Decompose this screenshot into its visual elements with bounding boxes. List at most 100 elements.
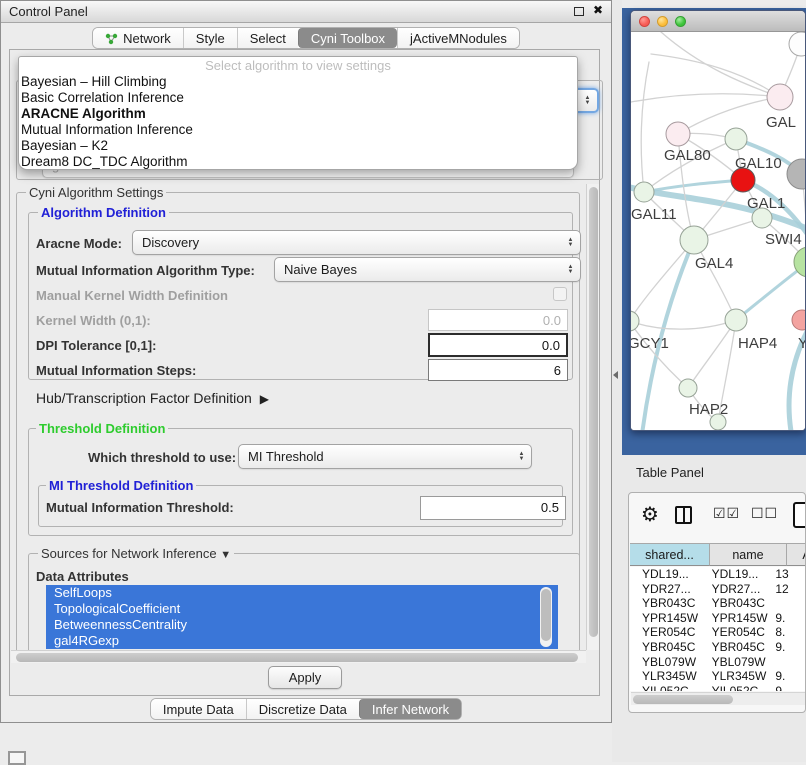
deselect-all-checkboxes-icon[interactable]: ☐☐: [751, 506, 778, 522]
tab-select-label: Select: [250, 31, 286, 46]
zoom-traffic-light-icon[interactable]: [675, 16, 686, 27]
network-edge: [736, 262, 806, 320]
network-view-window: GALGAL80GAL10GAL1GAL11SWI4GAL4GCY1HAP4YH…: [630, 10, 806, 431]
algorithm-definition-title: Algorithm Definition: [38, 205, 169, 220]
attributes-list-scrollbar[interactable]: [540, 587, 552, 647]
table-horizontal-scrollbar[interactable]: [631, 692, 805, 705]
divider-collapse-icon[interactable]: [613, 371, 618, 379]
table-panel: Table Panel ⚙ ☑☑ ☐☐ shared...nameA YDL19…: [622, 455, 806, 762]
network-node-gal4[interactable]: [680, 226, 708, 254]
panel-divider[interactable]: [612, 0, 622, 762]
column-header-shared-[interactable]: shared...: [630, 543, 710, 566]
table-row[interactable]: YBR045CYBR045C9.: [630, 640, 806, 655]
network-node-gal[interactable]: [767, 84, 793, 110]
algorithm-option-mutual-information-inference[interactable]: Mutual Information Inference: [19, 122, 577, 138]
table-cell: YDR27...: [630, 582, 702, 597]
tab-style[interactable]: Style: [183, 28, 237, 48]
table-row[interactable]: YIL052CYIL052C9: [630, 684, 806, 691]
table-row[interactable]: YER054CYER054C8.: [630, 625, 806, 640]
network-node[interactable]: [789, 32, 806, 56]
algorithm-option-basic-correlation-inference[interactable]: Basic Correlation Inference: [19, 90, 577, 106]
table-row[interactable]: YPR145WYPR145W9.: [630, 611, 806, 626]
bottom-tab-discretize-data-label: Discretize Data: [259, 702, 347, 717]
floating-panel-icon[interactable]: [8, 751, 26, 765]
settings-vertical-scrollbar[interactable]: [586, 184, 599, 650]
settings-scroll-area: Cyni Algorithm Settings Algorithm Defini…: [10, 184, 586, 650]
attribute-item-selfloops[interactable]: SelfLoops: [46, 585, 558, 601]
close-icon[interactable]: ✖: [593, 3, 603, 17]
mi-threshold-field[interactable]: 0.5: [420, 496, 566, 520]
table-row[interactable]: YBL079WYBL079W: [630, 655, 806, 670]
network-icon: [105, 32, 118, 45]
network-edge: [631, 94, 780, 102]
algorithm-dropdown-hint: Select algorithm to view settings: [19, 57, 577, 74]
close-traffic-light-icon[interactable]: [639, 16, 650, 27]
data-attributes-list[interactable]: SelfLoopsTopologicalCoefficientBetweenne…: [46, 585, 558, 649]
select-all-checkboxes-icon[interactable]: ☑☑: [713, 506, 740, 522]
column-header-name[interactable]: name: [710, 543, 787, 566]
hub-definition-expander[interactable]: Hub/Transcription Factor Definition▶: [36, 390, 269, 406]
bottom-tab-infer-network[interactable]: Infer Network: [359, 699, 461, 719]
algorithm-option-bayesian-hill-climbing[interactable]: Bayesian – Hill Climbing: [19, 74, 577, 90]
minimize-traffic-light-icon[interactable]: [657, 16, 668, 27]
table-cell: 9: [770, 684, 806, 691]
mi-steps-field[interactable]: 6: [428, 359, 568, 381]
columns-icon[interactable]: [675, 506, 692, 524]
dpi-tolerance-field[interactable]: 0.0: [428, 333, 568, 357]
table-cell: YBR045C: [630, 640, 702, 655]
network-node-gal10[interactable]: [725, 128, 747, 150]
table-row[interactable]: YDL19...YDL19...13: [630, 567, 806, 582]
column-header-a[interactable]: A: [787, 543, 806, 566]
bottom-tab-discretize-data[interactable]: Discretize Data: [246, 699, 359, 719]
attribute-item-betweennesscentrality[interactable]: BetweennessCentrality: [46, 617, 558, 633]
network-node-y[interactable]: [792, 310, 806, 330]
which-threshold-label: Which threshold to use:: [88, 450, 236, 465]
network-graph: GALGAL80GAL10GAL1GAL11SWI4GAL4GCY1HAP4YH…: [631, 32, 806, 431]
attribute-item-gal4rgexp[interactable]: gal4RGexp: [46, 633, 558, 649]
manual-kernel-width-label: Manual Kernel Width Definition: [36, 288, 228, 303]
algorithm-option-dream8-dc-tdc-algorithm[interactable]: Dream8 DC_TDC Algorithm: [19, 154, 577, 170]
tab-select[interactable]: Select: [237, 28, 298, 48]
which-threshold-combo[interactable]: MI Threshold ▲▼: [238, 444, 532, 469]
float-window-icon[interactable]: [574, 7, 584, 16]
table-row[interactable]: YLR345WYLR345W9.: [630, 669, 806, 684]
mi-threshold-definition-title: MI Threshold Definition: [46, 478, 196, 493]
table-cell: YPR145W: [630, 611, 702, 626]
bottom-tab-impute-data[interactable]: Impute Data: [151, 699, 246, 719]
table-cell: YER054C: [702, 625, 771, 640]
bottom-tabbar: Impute Data Discretize Data Infer Network: [1, 698, 611, 720]
algorithm-option-bayesian-k2[interactable]: Bayesian – K2: [19, 138, 577, 154]
table-row[interactable]: YDR27...YDR27...12: [630, 582, 806, 597]
tab-style-label: Style: [196, 31, 225, 46]
tab-jactivemnodules[interactable]: jActiveMNodules: [397, 28, 519, 48]
apply-button[interactable]: Apply: [268, 666, 342, 689]
network-node-hap4[interactable]: [725, 309, 747, 331]
tab-cyni-toolbox-label: Cyni Toolbox: [311, 31, 385, 46]
aracne-mode-value: Discovery: [142, 235, 199, 250]
network-node-gal80[interactable]: [666, 122, 690, 146]
kernel-width-field: 0.0: [428, 309, 568, 331]
tab-cyni-toolbox[interactable]: Cyni Toolbox: [298, 28, 397, 48]
mi-algorithm-type-combo[interactable]: Naive Bayes ▲▼: [274, 257, 581, 282]
sources-title-row[interactable]: Sources for Network Inference ▼: [38, 546, 234, 563]
table-cell: [770, 596, 806, 611]
table-cell: 9.: [770, 669, 806, 684]
gear-icon[interactable]: ⚙: [641, 502, 659, 526]
network-node-gcy1[interactable]: [631, 311, 639, 331]
bottom-tab-impute-data-label: Impute Data: [163, 702, 234, 717]
algorithm-option-aracne-algorithm[interactable]: ARACNE Algorithm: [19, 106, 577, 122]
export-table-icon[interactable]: [793, 502, 806, 528]
aracne-mode-combo[interactable]: Discovery ▲▼: [132, 230, 581, 255]
network-node-hap2[interactable]: [679, 379, 697, 397]
algorithm-dropdown-list: Bayesian – Hill ClimbingBasic Correlatio…: [19, 74, 577, 170]
table-row[interactable]: YBR043CYBR043C: [630, 596, 806, 611]
attribute-item-topologicalcoefficient[interactable]: TopologicalCoefficient: [46, 601, 558, 617]
network-edge: [789, 280, 806, 431]
settings-horizontal-scrollbar[interactable]: [11, 650, 586, 663]
network-canvas[interactable]: GALGAL80GAL10GAL1GAL11SWI4GAL4GCY1HAP4YH…: [631, 32, 806, 431]
tab-network[interactable]: Network: [93, 28, 183, 48]
collapse-arrow-icon: ▼: [220, 549, 231, 561]
table-cell: 8.: [770, 625, 806, 640]
node-label-y: Y: [798, 335, 806, 352]
network-node-gal11[interactable]: [634, 182, 654, 202]
